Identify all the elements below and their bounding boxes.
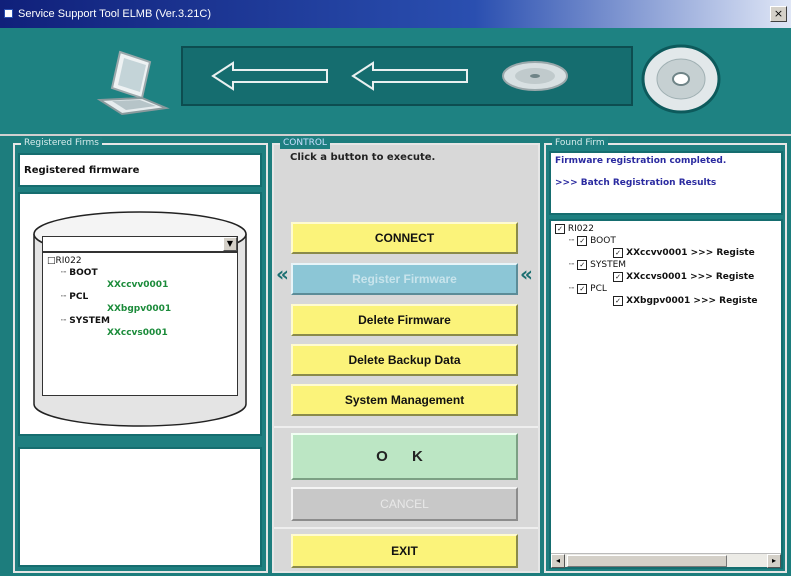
banner xyxy=(0,28,791,136)
title-bar: Service Support Tool ELMB (Ver.3.21C) xyxy=(0,0,791,28)
tree-node-boot[interactable]: ┈ ✓ BOOT xyxy=(555,235,777,247)
registered-firmware-label: Registered Firms xyxy=(21,137,102,149)
app-icon xyxy=(4,9,13,18)
tree-leaf[interactable]: XXbgpv0001 xyxy=(47,303,233,315)
tree-node-pcl[interactable]: ┈ PCL xyxy=(47,291,233,303)
arrow-left-icon xyxy=(211,61,328,91)
tree-node-system[interactable]: ┈ SYSTEM xyxy=(47,315,233,327)
found-firmware-label: Found Firm xyxy=(552,137,608,149)
registration-status-box: Firmware registration completed. >>> Bat… xyxy=(549,151,783,215)
connect-button[interactable]: CONNECT xyxy=(291,222,518,254)
ok-button[interactable]: O K xyxy=(291,433,518,480)
firmware-detail-box xyxy=(18,447,262,567)
system-management-button[interactable]: System Management xyxy=(291,384,518,416)
scroll-left-button[interactable]: ◂ xyxy=(551,554,565,568)
tree-node-boot[interactable]: ┈ BOOT xyxy=(47,267,233,279)
window-title: Service Support Tool ELMB (Ver.3.21C) xyxy=(18,8,212,20)
scrollbar-thumb[interactable] xyxy=(567,555,727,567)
disc-icon xyxy=(502,61,568,91)
firmware-dropdown[interactable]: ▼ xyxy=(42,236,238,252)
cancel-button[interactable]: CANCEL xyxy=(291,487,518,521)
firmware-storage-view: ▼ □RI022 ┈ BOOT XXccvv0001 ┈ PCL XXbgpv0… xyxy=(18,192,262,436)
tree-node-system[interactable]: ┈ ✓ SYSTEM xyxy=(555,259,777,271)
registered-firmware-header: Registered firmware xyxy=(24,165,140,176)
tree-leaf[interactable]: XXccvv0001 xyxy=(47,279,233,291)
process-flow-panel xyxy=(181,46,633,106)
registered-firmware-header-box: Registered firmware xyxy=(18,153,262,187)
registration-status-text: Firmware registration completed. xyxy=(555,156,727,166)
tree-leaf[interactable]: ✓ XXbgpv0001 >>> Registe xyxy=(555,295,777,307)
arrow-left-icon xyxy=(351,61,468,91)
found-firmware-tree[interactable]: ✓ RI022 ┈ ✓ BOOT ✓ XXccvv0001 >>> Regist… xyxy=(549,219,783,569)
horizontal-scrollbar[interactable]: ◂ ▸ xyxy=(551,553,781,568)
chevron-left-icon: « xyxy=(276,262,289,286)
tree-leaf[interactable]: XXccvs0001 xyxy=(47,327,233,339)
control-instruction: Click a button to execute. xyxy=(290,152,436,163)
divider xyxy=(274,527,538,529)
control-label: CONTROL xyxy=(280,137,330,149)
tree-node-pcl[interactable]: ┈ ✓ PCL xyxy=(555,283,777,295)
tree-leaf[interactable]: ✓ XXccvs0001 >>> Registe xyxy=(555,271,777,283)
laptop-icon xyxy=(96,50,170,116)
delete-firmware-button[interactable]: Delete Firmware xyxy=(291,304,518,336)
scroll-right-button[interactable]: ▸ xyxy=(767,554,781,568)
tree-leaf[interactable]: ✓ XXccvv0001 >>> Registe xyxy=(555,247,777,259)
disc-icon xyxy=(641,44,721,114)
divider xyxy=(274,426,538,428)
chevron-down-icon[interactable]: ▼ xyxy=(223,237,237,251)
tree-root[interactable]: ✓ RI022 xyxy=(555,223,777,235)
tree-root[interactable]: □RI022 xyxy=(47,255,233,267)
close-button[interactable]: × xyxy=(770,6,787,22)
delete-backup-data-button[interactable]: Delete Backup Data xyxy=(291,344,518,376)
firmware-tree[interactable]: □RI022 ┈ BOOT XXccvv0001 ┈ PCL XXbgpv000… xyxy=(42,252,238,396)
register-firmware-button[interactable]: Register Firmware xyxy=(291,263,518,295)
batch-results-link[interactable]: >>> Batch Registration Results xyxy=(555,178,777,188)
chevron-left-icon: « xyxy=(520,262,533,286)
exit-button[interactable]: EXIT xyxy=(291,534,518,568)
